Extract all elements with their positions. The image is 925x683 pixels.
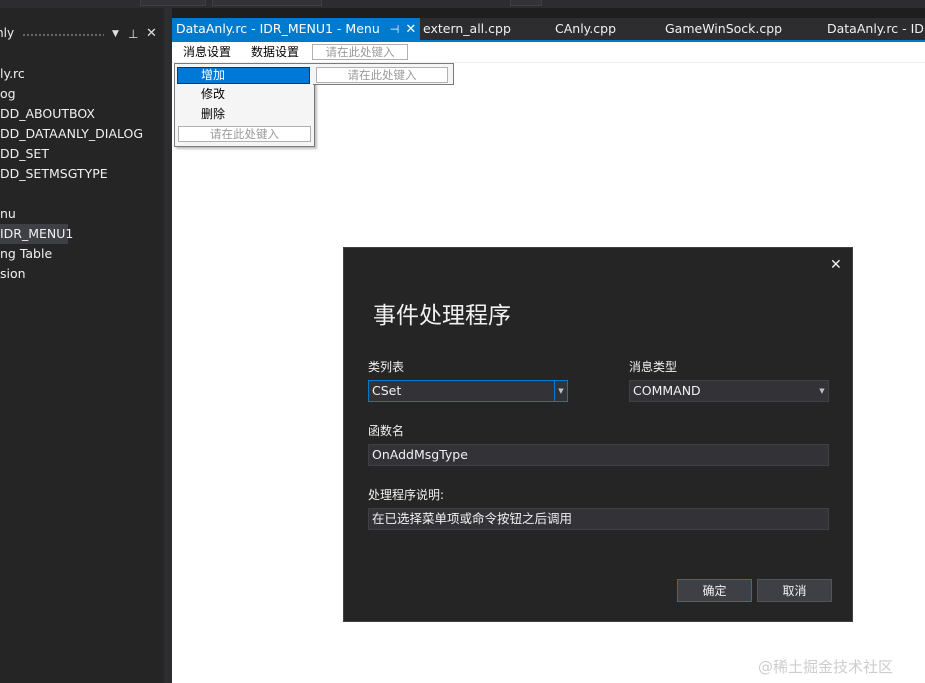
top-toolbar-strip <box>0 0 925 8</box>
class-list-combo[interactable]: CSet ▼ <box>368 380 568 402</box>
tree-item[interactable]: sion <box>0 264 164 284</box>
menu-item-data-settings[interactable]: 数据设置 <box>251 42 299 62</box>
drag-grip[interactable] <box>22 33 104 37</box>
pin-icon[interactable]: ⊥ <box>128 24 138 44</box>
close-icon[interactable]: ✕ <box>146 24 157 44</box>
tab-document[interactable]: extern_all.cpp <box>423 18 511 40</box>
dropdown-item-add[interactable]: 增加 <box>175 66 314 85</box>
toolbar-button[interactable] <box>510 0 542 6</box>
toolbar-button[interactable] <box>212 0 322 6</box>
document-tab-bar: DataAnly.rc - IDR_MENU1 - Menu ⊣ ✕ extern_a… <box>172 18 925 40</box>
ok-button[interactable]: 确定 <box>677 579 752 602</box>
submenu-flyout: 请在此处键入 <box>313 63 454 85</box>
event-handler-dialog: ✕ 事件处理程序 类列表 CSet ▼ 消息类型 COMMAND ▼ 函数名 O… <box>343 247 853 622</box>
panel-title: nly <box>0 26 15 40</box>
close-icon[interactable]: ✕ <box>830 257 842 273</box>
pin-icon[interactable]: ⊣ <box>390 23 400 36</box>
class-list-value: CSet <box>372 383 402 398</box>
message-type-label: 消息类型 <box>629 360 678 374</box>
dropdown-item-modify[interactable]: 修改 <box>175 85 314 104</box>
class-list-label: 类列表 <box>368 360 405 374</box>
tab-label: DataAnly.rc - ID... <box>827 21 925 36</box>
menu-item-message-settings[interactable]: 消息设置 <box>183 42 231 62</box>
handler-desc-value: 在已选择菜单项或命令按钮之后调用 <box>372 511 573 526</box>
tab-document[interactable]: CAnly.cpp <box>555 18 616 40</box>
tab-label: GameWinSock.cpp <box>665 21 783 36</box>
dropdown-item-delete[interactable]: 删除 <box>175 105 314 124</box>
tree-item[interactable]: ly.rc <box>0 64 164 84</box>
tree-item[interactable]: og <box>0 84 164 104</box>
handler-desc-field[interactable]: 在已选择菜单项或命令按钮之后调用 <box>368 508 829 530</box>
chevron-down-icon[interactable]: ▼ <box>554 381 567 401</box>
tree-item[interactable]: DD_ABOUTBOX <box>0 104 164 124</box>
tab-document[interactable]: DataAnly.rc - IDR_MENU1 - Menu ⊣ ✕ <box>172 18 421 40</box>
tree-item[interactable]: ng Table <box>0 244 164 264</box>
cancel-button[interactable]: 取消 <box>757 579 832 602</box>
dropdown-item-label: 增加 <box>201 68 226 82</box>
chevron-down-icon[interactable]: ▼ <box>816 381 828 401</box>
panel-dropdown-icon[interactable]: ▼ <box>112 24 119 44</box>
tab-label: DataAnly.rc - IDR_MENU1 - Menu <box>176 21 380 36</box>
dropdown-item-label: 修改 <box>201 87 226 101</box>
tree-item[interactable]: DD_SET <box>0 144 164 164</box>
dropdown-item-label: 删除 <box>201 107 226 121</box>
tab-label: extern_all.cpp <box>423 21 511 36</box>
type-here-menubar[interactable]: 请在此处键入 <box>312 44 408 60</box>
handler-desc-label: 处理程序说明: <box>368 488 445 502</box>
tree-item[interactable]: nu <box>0 204 164 224</box>
menu-dropdown: 增加 修改 删除 请在此处键入 <box>174 63 315 147</box>
tab-label: CAnly.cpp <box>555 21 617 36</box>
type-here-submenu[interactable]: 请在此处键入 <box>316 67 448 83</box>
tab-document[interactable]: GameWinSock.cpp <box>665 18 782 40</box>
tab-document[interactable]: DataAnly.rc - ID... <box>827 18 925 40</box>
resource-view-panel: nly ▼ ⊥ ✕ ly.rcogDD_ABOUTBOXDD_DATAANLY_… <box>0 8 164 683</box>
panel-splitter[interactable] <box>164 8 172 683</box>
message-type-combo[interactable]: COMMAND ▼ <box>629 380 829 402</box>
dialog-title: 事件处理程序 <box>373 303 511 329</box>
function-name-value: OnAddMsgType <box>372 447 468 462</box>
toolbar-button[interactable] <box>140 0 206 6</box>
type-here-dropdown[interactable]: 请在此处键入 <box>178 126 311 142</box>
close-icon[interactable]: ✕ <box>405 22 416 37</box>
menu-bar: 消息设置 数据设置 请在此处键入 <box>172 42 925 62</box>
resource-view-header: nly ▼ ⊥ ✕ <box>0 24 164 44</box>
highlight-box <box>177 67 310 84</box>
message-type-value: COMMAND <box>633 383 701 398</box>
tree-item[interactable] <box>0 184 164 204</box>
tree-item[interactable]: DD_DATAANLY_DIALOG <box>0 124 164 144</box>
tree-item[interactable]: IDR_MENU1 <box>0 224 73 244</box>
watermark: @稀土掘金技术社区 <box>758 658 894 676</box>
function-name-input[interactable]: OnAddMsgType <box>368 444 829 466</box>
tree-item[interactable]: DD_SETMSGTYPE <box>0 164 164 184</box>
function-name-label: 函数名 <box>368 424 405 438</box>
